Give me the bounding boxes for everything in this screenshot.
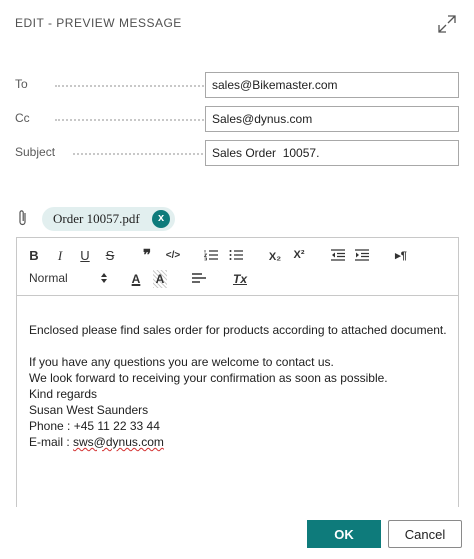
email-line: E-mail : sws@dynus.com [29, 434, 449, 450]
bullet-list-icon[interactable] [228, 247, 244, 265]
indent-icon[interactable] [354, 247, 370, 265]
message-line: Enclosed please find sales order for pro… [29, 323, 447, 337]
attachment-chip[interactable]: Order 10057.pdf x [42, 207, 175, 231]
superscript-button[interactable]: X² [290, 246, 308, 264]
blockquote-button[interactable]: ❞ [138, 247, 156, 265]
rich-text-editor: B I U S ❞ </> X₂ X² ▸¶ Normal A A Tx Enc… [16, 237, 459, 507]
subject-leader-dots [73, 153, 207, 155]
cc-leader-dots [55, 119, 207, 121]
format-select-value: Normal [29, 271, 68, 285]
message-body[interactable]: Enclosed please find sales order for pro… [29, 322, 449, 450]
email-prefix: E-mail : [29, 435, 74, 449]
to-input[interactable] [205, 72, 459, 98]
ordered-list-icon[interactable] [203, 247, 219, 265]
cancel-button[interactable]: Cancel [388, 520, 462, 548]
message-line: Phone : +45 11 22 33 44 [29, 419, 160, 433]
select-arrows-icon [101, 272, 107, 284]
editor-toolbar: B I U S ❞ </> X₂ X² ▸¶ Normal A A Tx [17, 238, 458, 296]
subscript-button[interactable]: X₂ [266, 248, 284, 266]
message-line: We look forward to receiving your confir… [29, 371, 388, 385]
background-color-button[interactable]: A [153, 270, 167, 288]
subject-input[interactable] [205, 140, 459, 166]
ok-button[interactable]: OK [307, 520, 381, 548]
to-label: To [15, 77, 28, 91]
message-line: Susan West Saunders [29, 403, 149, 417]
message-line [29, 338, 449, 354]
text-color-button[interactable]: A [129, 270, 143, 288]
email-address: sws@dynus.com [73, 435, 164, 449]
subject-label: Subject [15, 145, 56, 159]
subject-field-row: Subject [15, 140, 459, 166]
strikethrough-button[interactable]: S [103, 247, 117, 265]
cc-input[interactable] [205, 106, 459, 132]
code-button[interactable]: </> [163, 247, 183, 265]
paperclip-icon[interactable] [16, 209, 30, 227]
italic-button[interactable]: I [53, 247, 67, 265]
dialog-title: EDIT - PREVIEW MESSAGE [15, 16, 182, 30]
attachment-file-name[interactable]: Order 10057.pdf [53, 211, 140, 227]
clear-format-button[interactable]: Tx [231, 270, 249, 288]
bold-button[interactable]: B [27, 247, 41, 265]
message-line: If you have any questions you are welcom… [29, 355, 334, 369]
cc-label: Cc [15, 111, 30, 125]
message-line: Kind regards [29, 387, 98, 401]
text-direction-button[interactable]: ▸¶ [393, 247, 409, 265]
remove-attachment-icon[interactable]: x [152, 210, 170, 228]
to-field-row: To [15, 72, 459, 98]
align-left-icon[interactable] [191, 270, 207, 288]
expand-icon[interactable] [437, 14, 457, 34]
outdent-icon[interactable] [330, 247, 346, 265]
to-leader-dots [55, 85, 207, 87]
format-select[interactable]: Normal [29, 270, 107, 288]
cc-field-row: Cc [15, 106, 459, 132]
underline-button[interactable]: U [78, 247, 92, 265]
